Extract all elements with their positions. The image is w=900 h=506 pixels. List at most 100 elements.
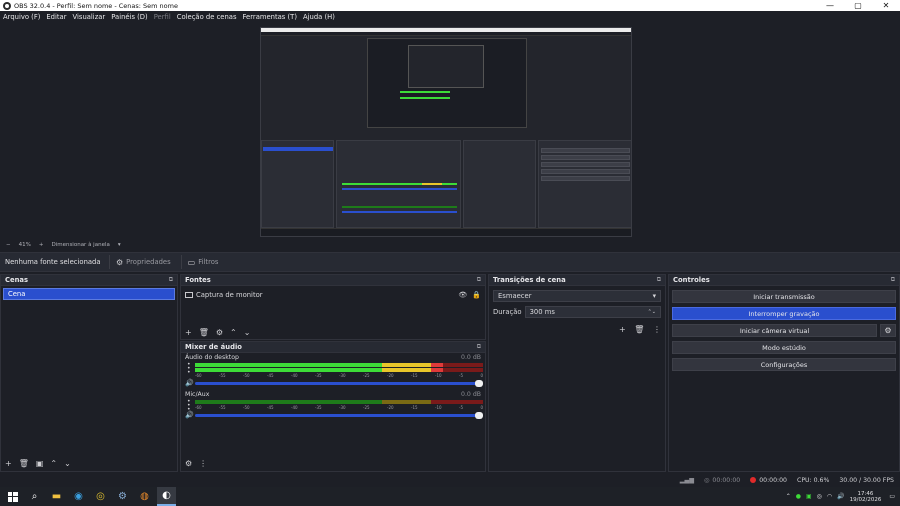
dock-float-icon[interactable]: ⧉ (477, 276, 481, 284)
maximize-button[interactable]: ▢ (844, 0, 872, 11)
sources-dock: Fontes ⧉ Captura de monitor 👁 🔒 + 🗑 ⚙ ⌃ … (180, 274, 486, 340)
mixer-toolbar: ⚙ ⋮ (181, 456, 485, 471)
chrome-browser-icon[interactable]: ◎ (91, 487, 110, 506)
meter-tick-label: -55 (219, 405, 226, 410)
more-icon[interactable]: ⋮ (653, 325, 661, 334)
menu-visualizar[interactable]: Visualizar (73, 13, 106, 21)
duration-input[interactable]: 300 ms ⌃⌄ (524, 306, 661, 318)
chevron-down-icon[interactable]: ⌄ (64, 459, 71, 468)
scene-item[interactable]: Cena (3, 288, 175, 300)
meter-tick-label: -45 (267, 373, 274, 378)
track-name: Áudio do desktop (185, 354, 239, 361)
file-explorer-icon[interactable]: ▬ (47, 487, 66, 506)
settings-button[interactable]: Configurações (672, 358, 896, 371)
chevron-up-icon[interactable]: ⌃ (230, 328, 237, 337)
virtual-camera-settings-button[interactable]: ⚙ (880, 324, 896, 337)
add-icon[interactable]: + (619, 325, 626, 334)
gear-icon: ⚙ (884, 326, 892, 335)
speaker-icon[interactable]: 🔊 (185, 379, 194, 387)
tray-app-icon[interactable]: ▣ (806, 493, 812, 500)
add-icon[interactable]: + (5, 459, 12, 468)
steam-icon[interactable]: ⚙ (113, 487, 132, 506)
scenes-toolbar: + 🗑 ▣ ⌃ ⌄ (1, 456, 177, 471)
gear-icon[interactable]: ⚙ (216, 328, 223, 337)
menu-perfil[interactable]: Perfil (154, 13, 171, 21)
dock-float-icon[interactable]: ⧉ (169, 276, 173, 284)
menu-paineis[interactable]: Painéis (D) (111, 13, 147, 21)
controls-dock-header: Controles ⧉ (669, 275, 899, 286)
start-stream-button[interactable]: Iniciar transmissão (672, 290, 896, 303)
chevron-down-icon[interactable]: ⌄ (244, 328, 251, 337)
volume-slider[interactable] (195, 380, 483, 387)
menu-ferramentas[interactable]: Ferramentas (T) (243, 13, 297, 21)
volume-slider[interactable] (195, 412, 483, 419)
meter-level-segment (195, 368, 383, 372)
zoom-out-button[interactable]: − (6, 242, 11, 248)
zoom-in-button[interactable]: + (39, 242, 44, 248)
tray-app-icon[interactable]: ◎ (817, 493, 822, 500)
menu-ajuda[interactable]: Ajuda (H) (303, 13, 335, 21)
spinner-icon[interactable]: ⌃⌄ (648, 309, 656, 315)
trash-icon[interactable]: 🗑 (634, 325, 644, 334)
windows-taskbar: ⌕ ▬ ◉ ◎ ⚙ ◍ ◐ ⌃ ● ▣ ◎ ◠ 🔊 17:46 19/02/20… (0, 487, 900, 506)
speaker-icon[interactable]: 🔊 (185, 411, 194, 419)
volume-slider-handle[interactable] (475, 380, 483, 387)
stream-status: ◎ 00:00:00 (704, 476, 741, 484)
chevron-up-icon[interactable]: ⌃ (50, 459, 57, 468)
close-button[interactable]: ✕ (872, 0, 900, 11)
stop-recording-button[interactable]: Interromper gravação (672, 307, 896, 320)
trash-icon[interactable]: 🗑 (19, 459, 29, 468)
notification-icon[interactable]: ▭ (889, 493, 895, 500)
start-virtual-camera-button[interactable]: Iniciar câmera virtual (672, 324, 877, 337)
volume-meter (195, 368, 483, 372)
fps-display: 30.00 / 30.00 FPS (839, 476, 894, 484)
tray-chevron-up-icon[interactable]: ⌃ (786, 493, 791, 500)
meter-background-segment (382, 400, 432, 404)
meter-tick-label: -60 (195, 373, 202, 378)
preview-area[interactable] (0, 23, 900, 240)
meter-tick-label: -25 (363, 373, 370, 378)
dock-float-icon[interactable]: ⧉ (891, 276, 895, 284)
lock-icon[interactable]: 🔒 (472, 291, 481, 299)
wifi-icon[interactable]: ◠ (827, 493, 832, 500)
source-item[interactable]: Captura de monitor 👁 🔒 (181, 288, 485, 301)
menu-arquivo[interactable]: Arquivo (F) (3, 13, 40, 21)
meter-tick-label: -40 (291, 405, 298, 410)
taskbar-clock[interactable]: 17:46 19/02/2026 (850, 491, 882, 503)
properties-button[interactable]: ⚙ Propriedades (109, 255, 177, 269)
filters-button[interactable]: ▭ Filtros (180, 255, 225, 269)
transitions-dock: Transições de cena ⧉ Esmaecer ▾ Duração … (488, 274, 666, 472)
more-icon[interactable]: ⋮ (199, 459, 207, 468)
volume-slider-handle[interactable] (475, 412, 483, 419)
meter-tick-label: -35 (315, 373, 322, 378)
dock-float-icon[interactable]: ⧉ (657, 276, 661, 284)
chevron-down-icon[interactable]: ▾ (118, 242, 121, 248)
menu-editar[interactable]: Editar (46, 13, 66, 21)
track-menu-icon[interactable]: • • • (187, 362, 191, 376)
menu-colecao-cenas[interactable]: Coleção de cenas (177, 13, 237, 21)
search-icon[interactable]: ⌕ (25, 487, 44, 506)
eye-icon[interactable]: 👁 (458, 291, 467, 299)
edge-browser-icon[interactable]: ◉ (69, 487, 88, 506)
preview-toolbar: − 41% + Dimensionar à janela ▾ (0, 240, 900, 250)
filter-icon[interactable]: ▣ (36, 459, 44, 468)
trash-icon[interactable]: 🗑 (199, 328, 209, 337)
meter-tick-label: -30 (339, 373, 346, 378)
dock-float-icon[interactable]: ⧉ (477, 343, 481, 351)
studio-mode-button[interactable]: Modo estúdio (672, 341, 896, 354)
scale-mode-select[interactable]: Dimensionar à janela (51, 242, 109, 248)
gear-icon[interactable]: ⚙ (185, 459, 192, 468)
volume-icon[interactable]: 🔊 (837, 493, 844, 500)
obs-taskbar-icon[interactable]: ◐ (157, 487, 176, 506)
blender-icon[interactable]: ◍ (135, 487, 154, 506)
windows-start-button[interactable] (3, 487, 22, 506)
minimize-button[interactable]: — (816, 0, 844, 11)
meter-tick-label: -20 (387, 405, 394, 410)
recording-status: 00:00:00 (750, 477, 787, 484)
volume-meter (195, 400, 483, 404)
tray-app-icon[interactable]: ● (796, 493, 801, 500)
transition-select[interactable]: Esmaecer ▾ (493, 290, 661, 302)
meter-tick-label: -50 (243, 405, 250, 410)
add-icon[interactable]: + (185, 328, 192, 337)
title-bar: OBS 32.0.4 - Perfil: Sem nome - Cenas: S… (0, 0, 900, 11)
